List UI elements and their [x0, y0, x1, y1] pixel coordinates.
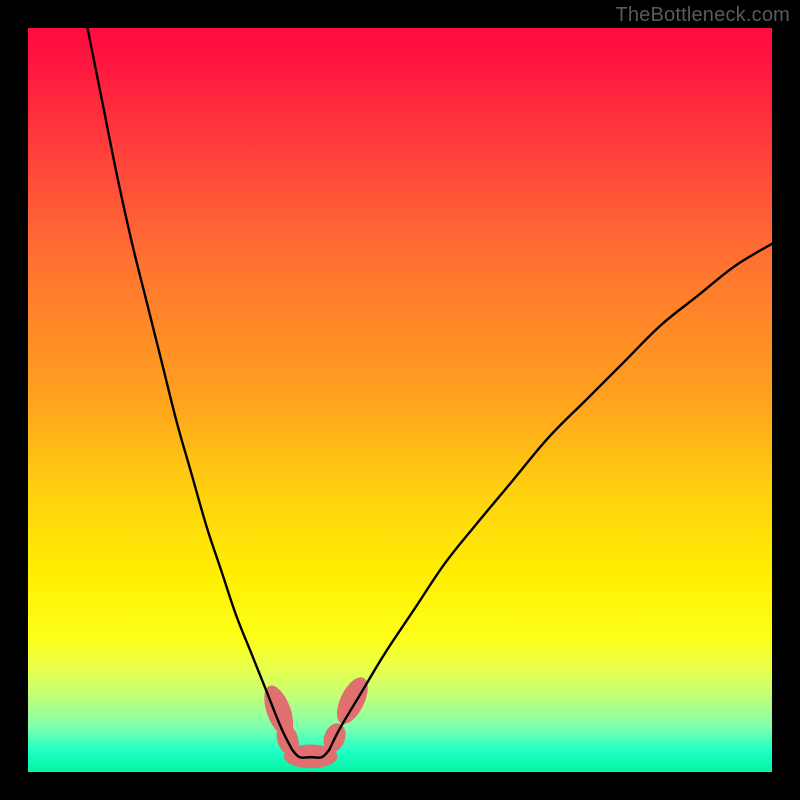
series-right-curve: [329, 244, 772, 750]
chart-frame: TheBottleneck.com: [0, 0, 800, 800]
lines-group: [88, 28, 772, 758]
series-left-curve: [88, 28, 293, 750]
watermark-text: TheBottleneck.com: [615, 4, 790, 27]
markers-group: [258, 673, 374, 769]
curve-layer: [28, 28, 772, 772]
plot-area: [28, 28, 772, 772]
